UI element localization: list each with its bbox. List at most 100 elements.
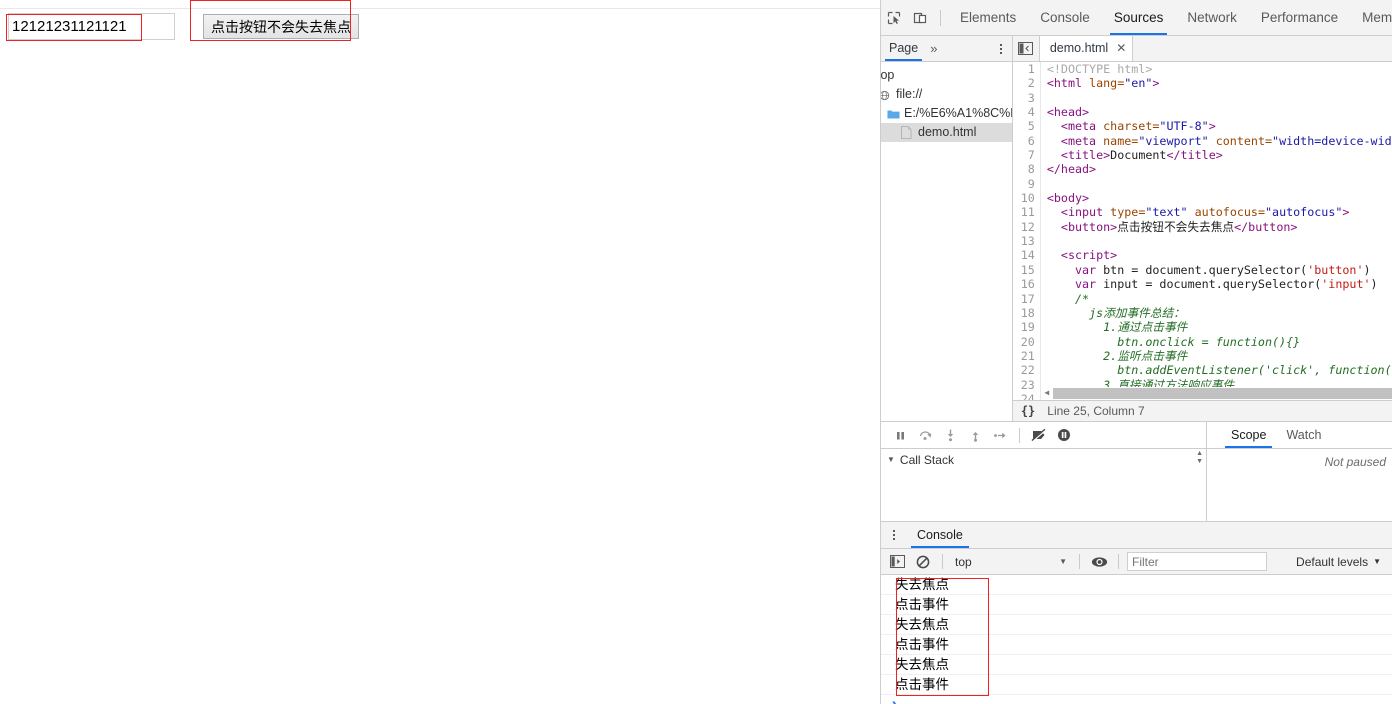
call-stack-header[interactable]: ▼ Call Stack ▲ ▼ [881, 449, 1206, 470]
inspect-element-icon[interactable] [881, 5, 907, 31]
code-token: <script> [1046, 248, 1118, 263]
tab-memory[interactable]: Memory [1350, 0, 1392, 35]
cursor-position: Line 25, Column 7 [1047, 404, 1145, 419]
console-sidebar-icon[interactable] [886, 551, 908, 573]
code-line[interactable]: 12 <button>点击按钮不会失去焦点</button> [1012, 219, 1392, 235]
code-line[interactable]: 20 btn.onclick = function(){} [1012, 334, 1392, 349]
console-message: 点击事件 [881, 635, 1392, 655]
scrollbar-thumb[interactable] [1052, 388, 1392, 400]
line-content: js添加事件总结： [1041, 306, 1185, 320]
line-number: 6 [1012, 133, 1041, 149]
code-line[interactable]: 10 <body> [1012, 191, 1392, 206]
code-line[interactable]: 11 <input type="text" autofocus="autofoc… [1012, 205, 1392, 220]
editor-file-tab[interactable]: demo.html ✕ [1038, 36, 1134, 61]
code-line[interactable]: 7 <title>Document</title> [1012, 148, 1392, 163]
code-line[interactable]: 17 /* [1012, 291, 1392, 306]
step-out-icon[interactable] [964, 424, 986, 446]
code-line[interactable]: 14 <script> [1012, 248, 1392, 263]
tree-item-folder[interactable]: E:/%E6%A1%8C%E9% [881, 104, 1012, 123]
page-top-divider [0, 8, 880, 9]
code-editor[interactable]: 1 <!DOCTYPE html> 2 <html lang="en"> 3 4 <head… [1012, 62, 1392, 401]
tab-performance[interactable]: Performance [1249, 0, 1350, 35]
code-line[interactable]: 1 <!DOCTYPE html> [1012, 62, 1392, 77]
show-navigator-icon[interactable] [1013, 36, 1039, 61]
line-content: /* [1041, 292, 1089, 306]
pause-on-exceptions-icon[interactable] [1053, 424, 1075, 446]
code-line[interactable]: 9 [1012, 176, 1392, 192]
drawer-menu-icon[interactable] [881, 522, 907, 548]
code-token: lang= [1089, 76, 1125, 91]
code-line[interactable]: 2 <html lang="en"> [1012, 76, 1392, 91]
console-messages: 失去焦点点击事件失去焦点点击事件失去焦点点击事件 ❯ [881, 575, 1392, 704]
drawer-tab-console[interactable]: Console [907, 522, 973, 548]
line-number: 23 [1012, 377, 1041, 392]
editor-pane: demo.html ✕ 1 <!DOCTYPE html> 2 <html lang=… [1012, 36, 1392, 421]
console-toolbar-divider [942, 554, 943, 569]
code-line[interactable]: 22 btn.addEventListener('click', functio… [1012, 363, 1392, 378]
code-token: var [1046, 277, 1097, 292]
step-over-icon[interactable] [914, 424, 936, 446]
tab-elements[interactable]: Elements [948, 0, 1028, 35]
tree-item-demo-html[interactable]: demo.html [881, 123, 1012, 142]
step-into-icon[interactable] [939, 424, 961, 446]
code-line[interactable]: 4 <head> [1012, 105, 1392, 120]
pause-resume-icon[interactable] [889, 424, 911, 446]
clear-console-icon[interactable] [912, 551, 934, 573]
code-token: <title> [1046, 148, 1111, 163]
console-toolbar: top ▼ Default levels ▼ [881, 549, 1392, 575]
tree-item-label: E:/%E6%A1%8C%E9% [904, 106, 1012, 120]
console-prompt[interactable]: ❯ [881, 695, 1392, 704]
tree-item-file-scheme[interactable]: file:// [881, 85, 1012, 104]
code-line[interactable]: 13 [1012, 234, 1392, 249]
step-icon[interactable] [989, 424, 1011, 446]
line-content: btn.onclick = function(){} [1041, 335, 1300, 349]
editor-status-bar: {} Line 25, Column 7 [1012, 400, 1392, 421]
tree-item-top[interactable]: top [881, 66, 1012, 85]
device-toolbar-icon[interactable] [907, 5, 933, 31]
nav-overflow-icon[interactable]: » [926, 41, 941, 56]
code-line[interactable]: 3 [1012, 90, 1392, 106]
code-token: content= [1208, 133, 1273, 148]
code-token: "width=device-width, [1272, 133, 1392, 148]
code-line[interactable]: 21 2.监听点击事件 [1012, 348, 1392, 364]
code-line[interactable]: 19 1.通过点击事件 [1012, 320, 1392, 335]
resize-handle[interactable]: ▲ ▼ [1196, 450, 1203, 465]
console-filter-input[interactable] [1127, 552, 1267, 571]
tab-scope[interactable]: Scope [1221, 422, 1276, 448]
editor-horizontal-scrollbar[interactable]: ◀ [1040, 386, 1392, 401]
pretty-print-icon[interactable]: {} [1021, 404, 1035, 418]
execution-context-select[interactable]: top ▼ [951, 552, 1071, 571]
devtools-tabstrip: Elements Console Sources Network Perform… [881, 0, 1392, 36]
deactivate-breakpoints-icon[interactable] [1028, 424, 1050, 446]
console-message: 点击事件 [881, 595, 1392, 615]
line-number: 16 [1012, 277, 1041, 292]
code-line[interactable]: 8 </head> [1012, 162, 1392, 177]
tab-network[interactable]: Network [1175, 0, 1249, 35]
code-line[interactable]: 6 <meta name="viewport" content="width=d… [1012, 133, 1392, 149]
log-levels-select[interactable]: Default levels ▼ [1296, 555, 1387, 569]
line-number: 24 [1012, 391, 1041, 401]
tab-sources[interactable]: Sources [1102, 0, 1176, 35]
tab-console[interactable]: Console [1028, 0, 1102, 35]
code-line[interactable]: 15 var btn = document.querySelector('but… [1012, 262, 1392, 278]
console-message-list: 失去焦点 点击事件 失去焦点 点击事件 失去焦点 点击事件 [881, 575, 1392, 695]
text-input[interactable] [8, 13, 175, 40]
nav-tab-page[interactable]: Page [881, 36, 926, 61]
code-line[interactable]: 18 js添加事件总结： [1012, 305, 1392, 321]
code-token: Document [1110, 148, 1167, 163]
code-token: "text" [1145, 205, 1188, 220]
console-toolbar-divider-3 [1118, 554, 1119, 569]
close-icon[interactable]: ✕ [1116, 36, 1126, 61]
chevron-down-icon: ▼ [887, 455, 895, 464]
tab-watch[interactable]: Watch [1276, 422, 1331, 448]
line-content: <button>点击按钮不会失去焦点</button> [1041, 220, 1298, 234]
scroll-left-icon[interactable]: ◀ [1041, 386, 1053, 400]
navigator-menu-icon[interactable] [990, 38, 1012, 60]
line-content: <!DOCTYPE html> [1041, 62, 1153, 76]
code-line[interactable]: 16 var input = document.querySelector('i… [1012, 277, 1392, 292]
code-line[interactable]: 5 <meta charset="UTF-8"> [1012, 119, 1392, 134]
line-content: <script> [1041, 248, 1117, 262]
focus-demo-button[interactable]: 点击按钮不会失去焦点 [203, 14, 359, 39]
live-expression-icon[interactable] [1088, 551, 1110, 573]
code-token: "viewport" [1138, 133, 1209, 148]
